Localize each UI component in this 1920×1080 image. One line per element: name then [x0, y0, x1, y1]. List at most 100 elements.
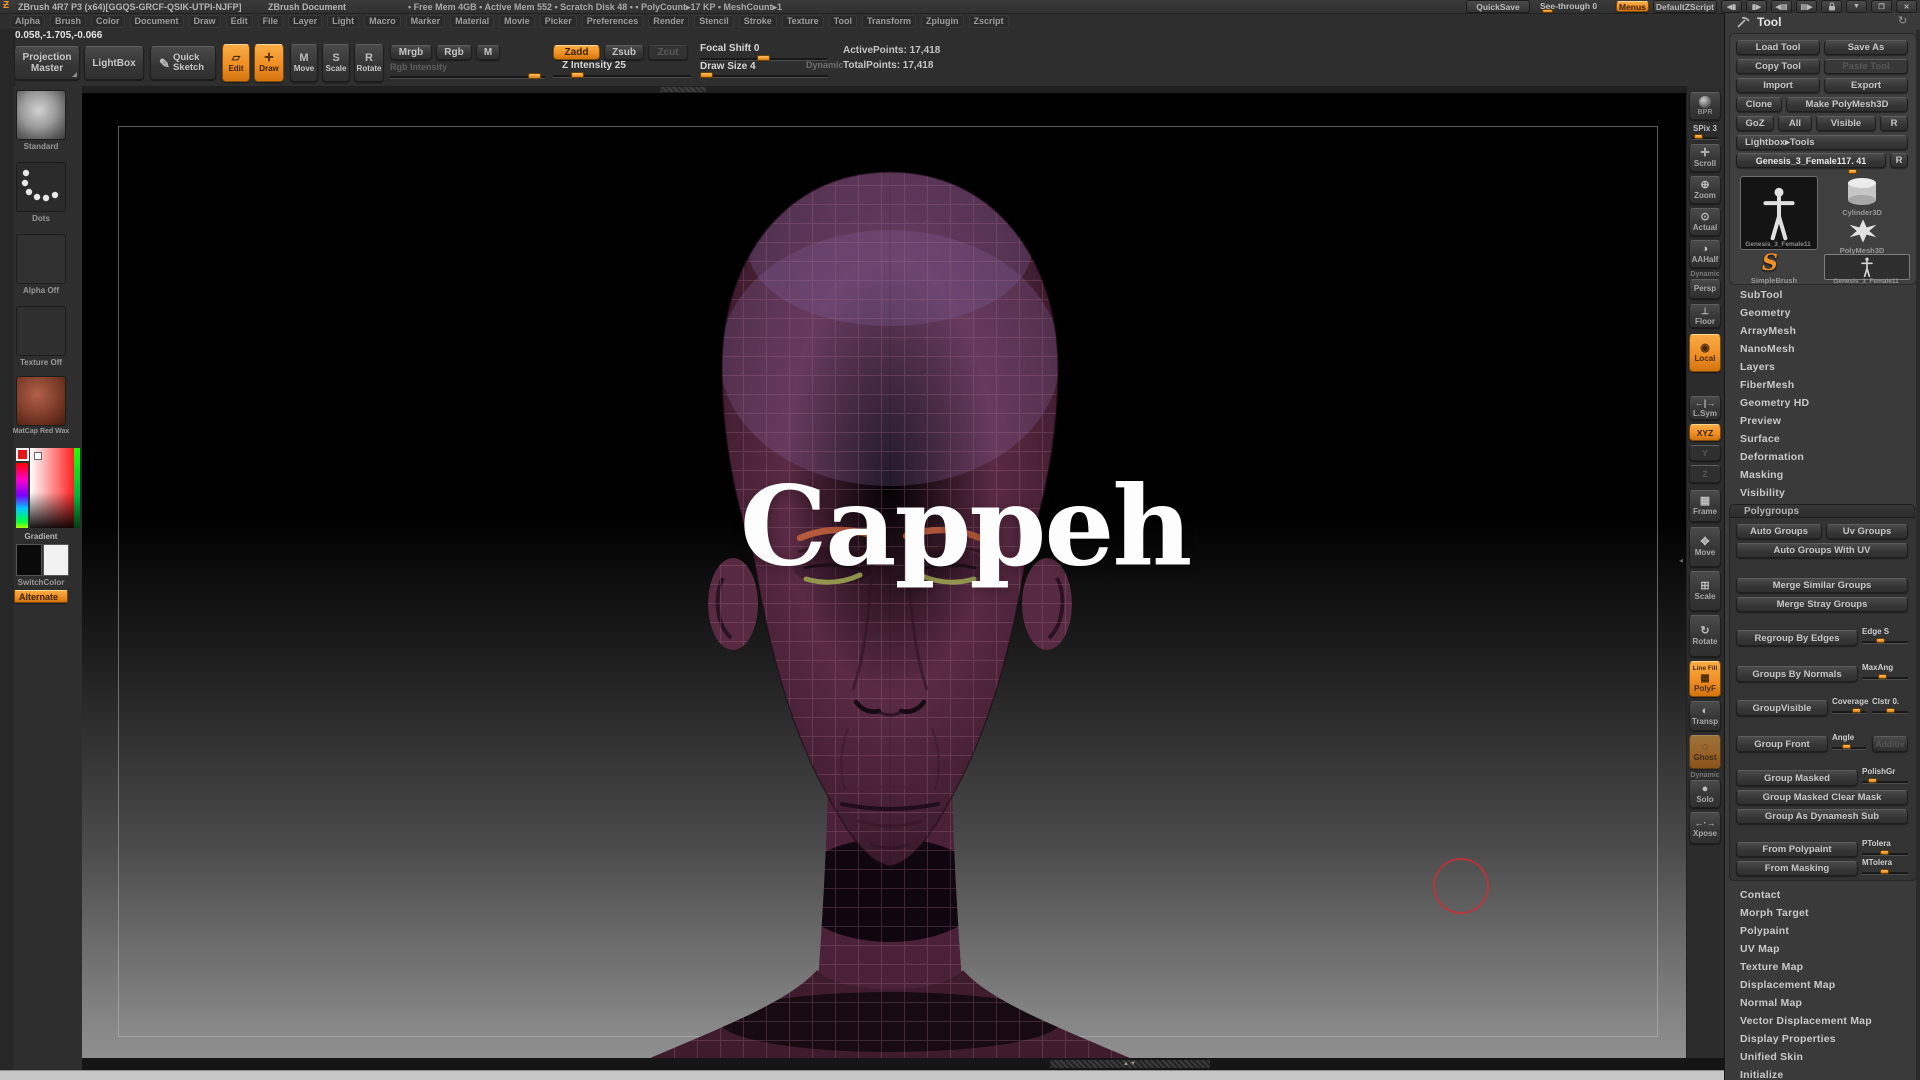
- tool-section-header[interactable]: Displacement Map: [1724, 976, 1916, 994]
- tool-section-header[interactable]: Texture Map: [1724, 958, 1916, 976]
- lightbox-button[interactable]: LightBox: [84, 46, 144, 80]
- local-button[interactable]: ◉Local: [1689, 334, 1721, 372]
- polish-label[interactable]: PolishGr: [1862, 767, 1895, 776]
- simplebrush-thumbnail[interactable]: S: [1762, 252, 1778, 274]
- y-symmetry-button[interactable]: Y: [1689, 445, 1721, 461]
- left-tray-rail[interactable]: [0, 29, 15, 1070]
- tool-section-header[interactable]: Geometry HD: [1724, 394, 1916, 412]
- scrollbar-handle[interactable]: ▲▼: [1050, 1060, 1210, 1068]
- zcut-button[interactable]: Zcut: [648, 45, 688, 60]
- menu-item[interactable]: Zscript: [969, 15, 1009, 28]
- dynamic-draw-size-label[interactable]: Dynamic: [806, 60, 844, 70]
- menu-item[interactable]: Picker: [540, 15, 577, 28]
- menu-item[interactable]: Draw: [189, 15, 221, 28]
- quick-sketch-button[interactable]: ✎ Quick Sketch: [150, 46, 216, 80]
- persp-button[interactable]: Persp: [1689, 279, 1721, 299]
- angle-handle[interactable]: [1842, 744, 1851, 749]
- tool-section-header[interactable]: ArrayMesh: [1724, 322, 1916, 340]
- see-through-slider[interactable]: See-through 0: [1534, 0, 1612, 13]
- current-material-thumbnail[interactable]: [16, 376, 66, 426]
- minimize-button[interactable]: ▼: [1846, 0, 1867, 13]
- from-polypaint-button[interactable]: From Polypaint: [1736, 842, 1858, 857]
- groups-by-normals-button[interactable]: Groups By Normals: [1736, 666, 1858, 682]
- mtolerance-handle[interactable]: [1880, 869, 1889, 874]
- menu-item[interactable]: Light: [327, 15, 359, 28]
- goz-all-button[interactable]: All: [1778, 116, 1812, 131]
- menu-item[interactable]: Marker: [406, 15, 446, 28]
- move-button[interactable]: MMove: [290, 44, 318, 82]
- zsub-button[interactable]: Zsub: [604, 45, 644, 60]
- rotate-canvas-button[interactable]: ↻Rotate: [1689, 615, 1721, 657]
- default-zscript-button[interactable]: DefaultZScript: [1653, 0, 1717, 13]
- menu-item[interactable]: Stroke: [739, 15, 777, 28]
- rotate-button[interactable]: RRotate: [354, 44, 384, 82]
- m-button[interactable]: M: [476, 45, 500, 60]
- cylinder3d-thumbnail[interactable]: [1840, 176, 1884, 206]
- polygroups-section-header[interactable]: Polygroups: [1729, 504, 1915, 518]
- clstr-handle[interactable]: [1886, 708, 1895, 713]
- actual-size-button[interactable]: ⊙Actual: [1689, 208, 1721, 236]
- scale-canvas-button[interactable]: ⊞Scale: [1689, 571, 1721, 611]
- merge-stray-groups-button[interactable]: Merge Stray Groups: [1736, 597, 1908, 612]
- tool-section-header[interactable]: Contact: [1724, 886, 1916, 904]
- tool-panel-scrollbar[interactable]: [1916, 30, 1920, 1080]
- tool-section-header[interactable]: FiberMesh: [1724, 376, 1916, 394]
- current-brush-thumbnail[interactable]: [16, 90, 66, 140]
- current-stroke-thumbnail[interactable]: [16, 162, 66, 212]
- group-as-dynamesh-sub-button[interactable]: Group As Dynamesh Sub: [1736, 809, 1908, 824]
- clone-button[interactable]: Clone: [1736, 97, 1782, 112]
- active-tool-slider[interactable]: Genesis_3_Female117. 41: [1736, 153, 1886, 168]
- menus-toggle-button[interactable]: Menus: [1616, 1, 1649, 12]
- tool-section-header[interactable]: Layers: [1724, 358, 1916, 376]
- active-tool-thumbnail[interactable]: Genesis_3_Female11: [1740, 176, 1818, 250]
- polyframe-button[interactable]: Line Fill ▦ PolyF: [1689, 661, 1721, 697]
- edge-smooth-handle[interactable]: [1876, 638, 1885, 643]
- paste-tool-button[interactable]: Paste Tool: [1824, 59, 1908, 74]
- quicksave-button[interactable]: QuickSave: [1466, 0, 1530, 13]
- menu-item[interactable]: Preferences: [582, 15, 644, 28]
- load-tool-button[interactable]: Load Tool: [1736, 40, 1820, 55]
- menu-item[interactable]: Color: [91, 15, 125, 28]
- document-canvas[interactable]: Cappeh: [82, 86, 1686, 1058]
- panel-refresh-icon[interactable]: ↻: [1898, 14, 1907, 27]
- scale-button[interactable]: SScale: [322, 44, 350, 82]
- dynamic-solo-label[interactable]: Dynamic: [1686, 772, 1724, 779]
- xyz-symmetry-button[interactable]: XYZ: [1689, 424, 1721, 441]
- save-as-button[interactable]: Save As: [1824, 40, 1908, 55]
- frame-button[interactable]: ▦Frame: [1689, 490, 1721, 522]
- edge-smooth-label[interactable]: Edge S: [1862, 627, 1889, 636]
- active-tool-r-button[interactable]: R: [1890, 153, 1908, 168]
- solo-button[interactable]: ●Solo: [1689, 780, 1721, 808]
- focal-shift-handle[interactable]: [757, 55, 770, 61]
- menu-item[interactable]: Tool: [829, 15, 857, 28]
- current-alpha-thumbnail[interactable]: [16, 234, 66, 284]
- menu-item[interactable]: Edit: [226, 15, 253, 28]
- ptolerance-handle[interactable]: [1880, 850, 1889, 855]
- auto-groups-button[interactable]: Auto Groups: [1736, 524, 1822, 539]
- menu-item[interactable]: Layer: [288, 15, 322, 28]
- menu-item[interactable]: Movie: [499, 15, 535, 28]
- additive-button[interactable]: Additiv: [1872, 736, 1908, 752]
- canvas-h-scrollbar-bottom[interactable]: ▲▼: [82, 1058, 1724, 1070]
- export-button[interactable]: Export: [1824, 78, 1908, 93]
- copy-tool-button[interactable]: Copy Tool: [1736, 59, 1820, 74]
- spix-label[interactable]: SPix 3: [1686, 124, 1724, 133]
- tool-section-header[interactable]: NanoMesh: [1724, 340, 1916, 358]
- clstr-label[interactable]: Clstr 0.: [1872, 697, 1899, 706]
- tool-section-header[interactable]: Normal Map: [1724, 994, 1916, 1012]
- uv-groups-button[interactable]: Uv Groups: [1826, 524, 1908, 539]
- bpr-render-button[interactable]: BPR: [1689, 92, 1721, 120]
- tool-section-header[interactable]: Unified Skin: [1724, 1048, 1916, 1066]
- tool-panel-title[interactable]: Tool: [1757, 15, 1781, 29]
- coverage-handle[interactable]: [1852, 708, 1861, 713]
- menu-item[interactable]: Zplugin: [921, 15, 964, 28]
- group-masked-button[interactable]: Group Masked: [1736, 770, 1858, 786]
- tool-section-header[interactable]: SubTool: [1724, 286, 1916, 304]
- draw-size-track[interactable]: [700, 75, 828, 78]
- mtolerance-label[interactable]: MTolera: [1862, 858, 1892, 867]
- rgb-button[interactable]: Rgb: [436, 45, 472, 60]
- close-button[interactable]: ✕: [1896, 0, 1917, 13]
- tool-section-header[interactable]: Morph Target: [1724, 904, 1916, 922]
- main-color-swatch[interactable]: [16, 544, 42, 576]
- lsym-button[interactable]: ←|→L.Sym: [1689, 396, 1721, 420]
